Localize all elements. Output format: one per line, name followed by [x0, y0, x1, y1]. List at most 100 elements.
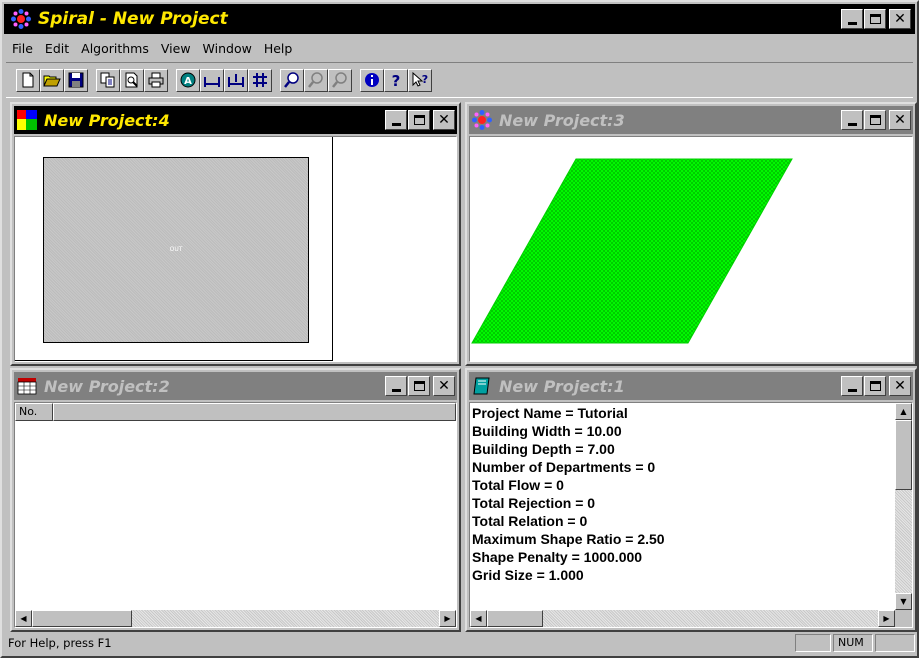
new-button[interactable] [16, 68, 40, 92]
close-icon: ✕ [438, 378, 450, 394]
save-button[interactable] [64, 68, 88, 92]
maximize-icon [869, 14, 881, 24]
vertical-scrollbar-1[interactable]: ▲ ▼ [895, 403, 912, 610]
toolbar-group-file [16, 68, 88, 92]
child-title-bar-2[interactable]: New Project:2 ✕ [14, 372, 457, 400]
print-preview-button[interactable] [120, 68, 144, 92]
child-maximize-button-1[interactable] [864, 376, 886, 396]
app-caption-buttons: ✕ [840, 9, 911, 29]
building-floor[interactable]: OUT [43, 157, 309, 343]
context-help-button[interactable]: ? [408, 68, 432, 92]
horizontal-scrollbar-1[interactable]: ◀ ▶ [470, 610, 895, 627]
zoom-button[interactable] [280, 68, 304, 92]
child-title-bar-1[interactable]: New Project:1 ✕ [469, 372, 913, 400]
shape-canvas[interactable] [469, 136, 913, 362]
prop-line: Maximum Shape Ratio = 2.50 [472, 531, 665, 547]
child-window-project-3[interactable]: New Project:3 ✕ [465, 102, 917, 366]
zoom-in-button[interactable] [304, 68, 328, 92]
copy-icon [100, 72, 115, 88]
child-close-button-4[interactable]: ✕ [433, 110, 455, 130]
child-minimize-button-3[interactable] [841, 110, 863, 130]
molecule-icon [472, 110, 492, 130]
zoom-icon [284, 72, 299, 88]
child-minimize-button-1[interactable] [841, 376, 863, 396]
scroll-left-button-1[interactable]: ◀ [470, 610, 487, 627]
project-properties-text[interactable]: Project Name = Tutorial Building Width =… [469, 402, 913, 628]
menu-bar: File Edit Algorithms View Window Help [4, 37, 915, 59]
scroll-up-button-1[interactable]: ▲ [895, 403, 912, 420]
menu-algorithms[interactable]: Algorithms [77, 41, 157, 56]
grid-icon [253, 73, 267, 87]
layout-colors-icon [17, 110, 37, 130]
help-button[interactable]: ? [384, 68, 408, 92]
scroll-thumb-v-1[interactable] [895, 420, 912, 490]
maximize-icon [413, 381, 425, 391]
toolbar-group-edit [96, 68, 168, 92]
print-button[interactable] [144, 68, 168, 92]
list-header: No. [15, 403, 456, 421]
grid-button[interactable] [248, 68, 272, 92]
layout-sheet: OUT [15, 137, 333, 361]
child-maximize-button-2[interactable] [408, 376, 430, 396]
child-title-3: New Project:3 [499, 110, 625, 130]
menu-edit[interactable]: Edit [41, 41, 77, 56]
size-grip-icon[interactable] [895, 610, 912, 627]
child-caption-buttons-1: ✕ [840, 376, 911, 396]
open-button[interactable] [40, 68, 64, 92]
scroll-left-button-2[interactable]: ◀ [15, 610, 32, 627]
toolbar: A ? ? [6, 62, 913, 98]
child-title-bar-3[interactable]: New Project:3 ✕ [469, 106, 913, 134]
child-title-bar-4[interactable]: New Project:4 ✕ [14, 106, 457, 134]
menu-view[interactable]: View [157, 41, 199, 56]
open-folder-icon [43, 75, 61, 87]
app-minimize-button[interactable] [841, 9, 863, 29]
zoom-in-icon [308, 72, 323, 88]
child-close-button-3[interactable]: ✕ [889, 110, 911, 130]
child-caption-buttons-4: ✕ [384, 110, 455, 130]
prop-line: Total Relation = 0 [472, 513, 588, 529]
app-close-button[interactable]: ✕ [889, 9, 911, 29]
prop-line: Building Width = 10.00 [472, 423, 622, 439]
scroll-right-button-2[interactable]: ▶ [439, 610, 456, 627]
child-window-project-2[interactable]: New Project:2 ✕ No. ◀ ▶ [10, 368, 461, 632]
width-button[interactable] [200, 68, 224, 92]
department-list[interactable]: No. ◀ ▶ [14, 402, 457, 628]
width-icon [204, 77, 220, 87]
horizontal-scrollbar-2[interactable]: ◀ ▶ [15, 610, 456, 627]
spiral-app-icon [11, 9, 31, 29]
child-close-button-2[interactable]: ✕ [433, 376, 455, 396]
child-window-project-4[interactable]: New Project:4 ✕ OUT [10, 102, 461, 366]
app-title-bar[interactable]: Spiral - New Project ✕ [4, 4, 915, 34]
context-help-icon: ? [412, 71, 428, 87]
child-maximize-button-4[interactable] [408, 110, 430, 130]
child-close-button-1[interactable]: ✕ [889, 376, 911, 396]
info-button[interactable] [360, 68, 384, 92]
child-minimize-button-2[interactable] [385, 376, 407, 396]
copy-button[interactable] [96, 68, 120, 92]
prop-line: Total Rejection = 0 [472, 495, 596, 511]
svg-text:A: A [184, 76, 192, 87]
menu-window[interactable]: Window [199, 41, 260, 56]
floor-label: OUT [169, 246, 183, 253]
algorithm-a-icon: A [180, 72, 196, 88]
column-header-blank[interactable] [53, 403, 456, 421]
scroll-thumb-2[interactable] [32, 610, 132, 627]
child-maximize-button-3[interactable] [864, 110, 886, 130]
info-icon [365, 73, 379, 87]
app-maximize-button[interactable] [864, 9, 886, 29]
status-size-grip[interactable] [875, 634, 915, 652]
zoom-out-button[interactable] [328, 68, 352, 92]
scroll-down-button-1[interactable]: ▼ [895, 593, 912, 610]
status-num-indicator: NUM [833, 634, 873, 652]
scroll-thumb-h-1[interactable] [487, 610, 543, 627]
status-bar: For Help, press F1 NUM [4, 632, 915, 654]
algorithm-button[interactable]: A [176, 68, 200, 92]
column-header-no[interactable]: No. [15, 403, 53, 421]
layout-canvas[interactable]: OUT [14, 136, 457, 362]
scroll-right-button-1[interactable]: ▶ [878, 610, 895, 627]
menu-help[interactable]: Help [260, 41, 301, 56]
menu-file[interactable]: File [8, 41, 41, 56]
child-minimize-button-4[interactable] [385, 110, 407, 130]
child-window-project-1[interactable]: New Project:1 ✕ Project Name = Tutorial … [465, 368, 917, 632]
depth-button[interactable] [224, 68, 248, 92]
